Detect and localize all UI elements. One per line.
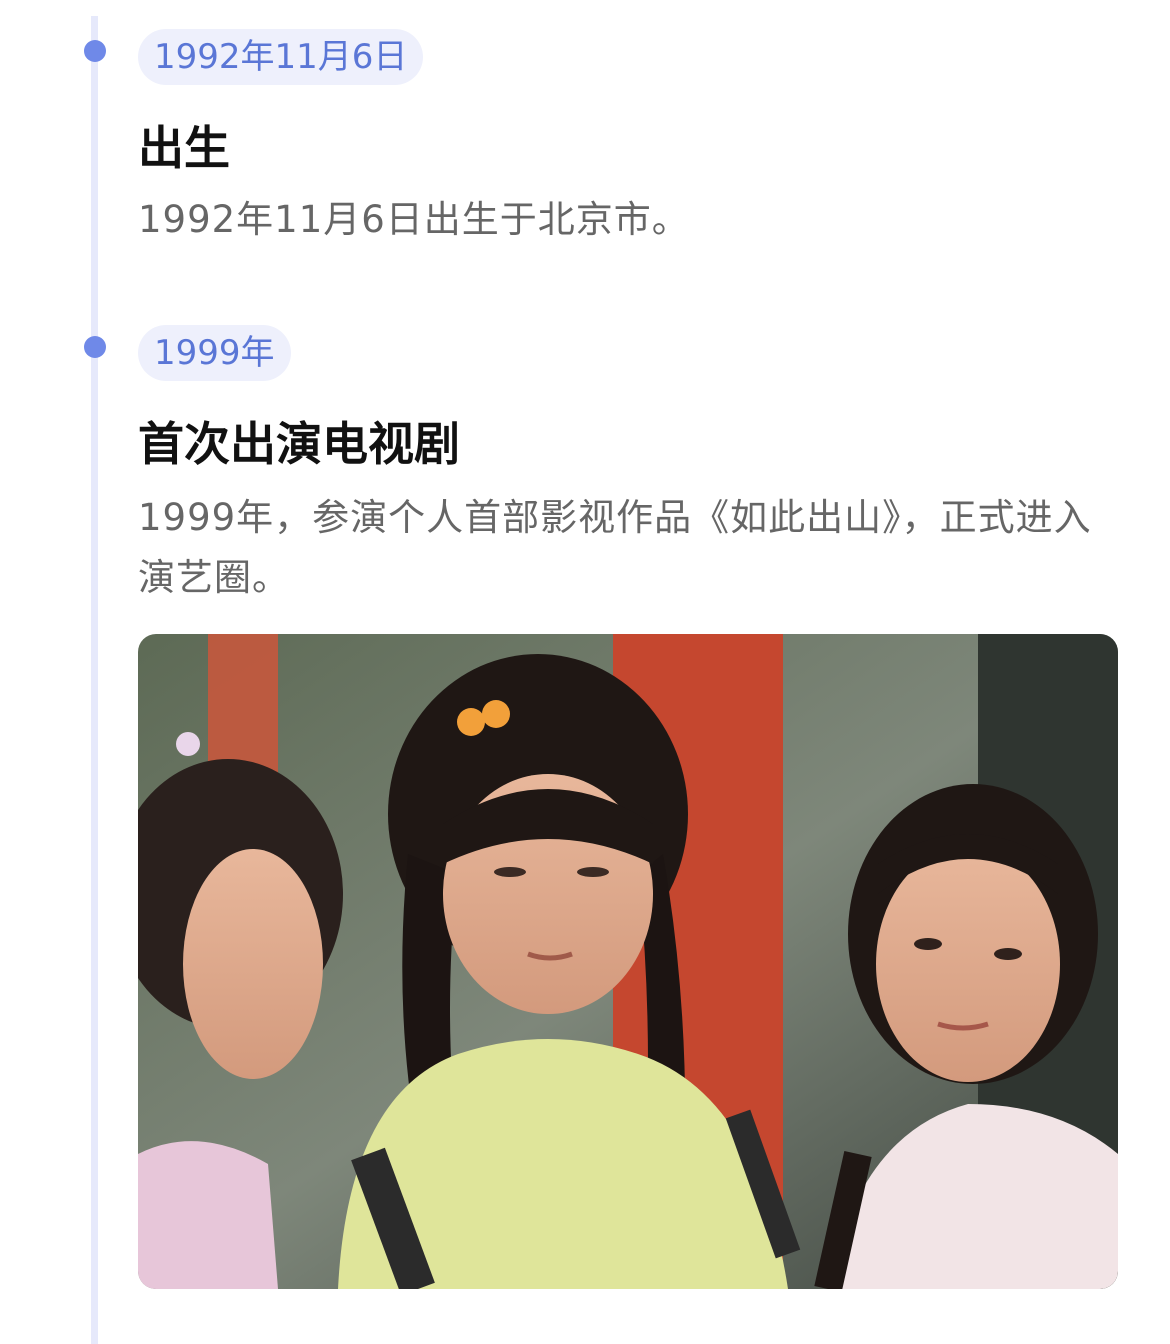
date-badge-1: 1992年11月6日	[138, 29, 424, 85]
entry-description-2: 1999年，参演个人首部影视作品《如此出山》，正式进入演艺圈。	[138, 496, 1092, 599]
timeline-dot-1	[84, 40, 106, 62]
drama-still-photo[interactable]	[138, 634, 1118, 1289]
entry-title-2: 首次出演电视剧	[138, 417, 460, 471]
entry-title-1: 出生	[138, 121, 230, 175]
entry-description-1: 1992年11月6日出生于北京市。	[138, 198, 690, 241]
watermark-logo	[906, 1296, 1116, 1316]
timeline-dot-2	[84, 336, 106, 358]
timeline-line	[91, 16, 98, 1344]
date-badge-2: 1999年	[138, 325, 291, 381]
